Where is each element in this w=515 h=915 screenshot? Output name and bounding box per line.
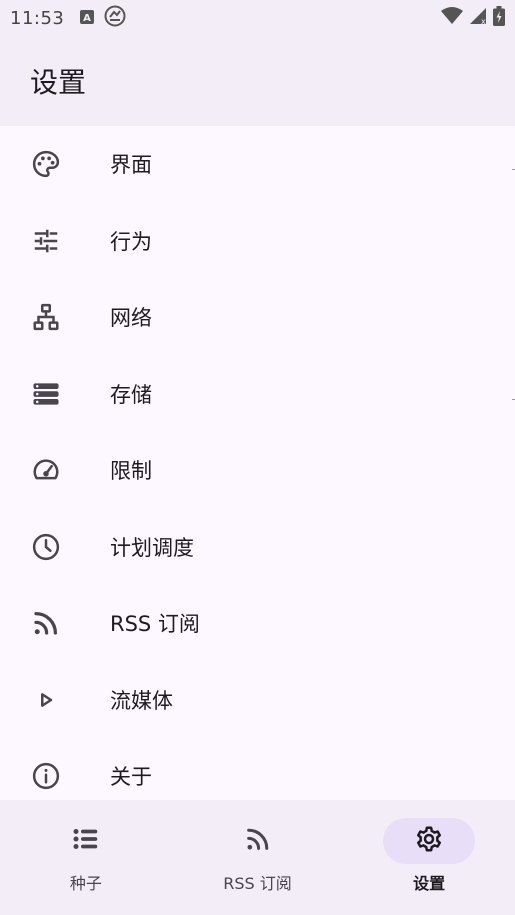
- nav-item-torrents[interactable]: 种子: [0, 800, 172, 915]
- nav-label: 种子: [69, 874, 102, 893]
- top-app-bar: 设置: [0, 36, 515, 126]
- settings-item-behavior[interactable]: 行为: [0, 203, 515, 280]
- battery-charging-icon: [493, 6, 505, 30]
- settings-list[interactable]: 界面 行为 网络 存储 限制 计划调度 RSS 订阅 流媒体 关于: [0, 126, 515, 800]
- nav-indicator: [212, 818, 304, 864]
- nav-item-rss[interactable]: RSS 订阅: [172, 800, 344, 915]
- settings-item-label: 流媒体: [110, 688, 173, 713]
- wifi-icon: [441, 7, 463, 29]
- status-time: 11:53: [10, 7, 65, 29]
- page-title: 设置: [30, 66, 87, 99]
- gear-icon: [414, 824, 444, 858]
- settings-item-network[interactable]: 网络: [0, 279, 515, 356]
- network-icon: [30, 301, 62, 333]
- nav-label: 设置: [413, 874, 446, 893]
- sync-icon: [104, 5, 126, 31]
- settings-item-label: 界面: [110, 153, 152, 178]
- signal-icon: x: [469, 7, 487, 29]
- settings-item-label: 存储: [110, 382, 152, 407]
- rss-icon: [30, 607, 62, 639]
- list-icon: [71, 824, 101, 858]
- settings-item-rss[interactable]: RSS 订阅: [0, 585, 515, 662]
- settings-item-label: 网络: [110, 306, 152, 331]
- rss-icon: [244, 825, 272, 857]
- clock-icon: [30, 531, 62, 563]
- svg-text:x: x: [481, 17, 486, 25]
- bottom-navigation: 种子 RSS 订阅 设置: [0, 800, 515, 915]
- settings-item-about[interactable]: 关于: [0, 738, 515, 800]
- nav-indicator-active: [383, 818, 476, 864]
- status-bar: 11:53 A x: [0, 0, 515, 36]
- settings-item-label: 计划调度: [110, 535, 194, 560]
- settings-item-schedule[interactable]: 计划调度: [0, 509, 515, 586]
- palette-icon: [30, 148, 62, 180]
- settings-item-label: RSS 订阅: [110, 612, 200, 637]
- nav-indicator: [40, 818, 132, 864]
- settings-item-limits[interactable]: 限制: [0, 432, 515, 509]
- settings-item-interface[interactable]: 界面: [0, 126, 515, 203]
- settings-item-streaming[interactable]: 流媒体: [0, 662, 515, 739]
- tune-icon: [30, 225, 62, 257]
- svg-text:A: A: [84, 13, 92, 24]
- storage-icon: [30, 378, 62, 410]
- nav-label: RSS 订阅: [223, 874, 292, 893]
- settings-item-label: 行为: [110, 229, 152, 254]
- speed-icon: [30, 454, 62, 486]
- settings-item-storage[interactable]: 存储: [0, 356, 515, 433]
- settings-item-label: 限制: [110, 459, 152, 484]
- nav-item-settings[interactable]: 设置: [343, 800, 515, 915]
- settings-item-label: 关于: [110, 765, 152, 790]
- info-icon: [30, 760, 62, 792]
- a-notification-icon: A: [80, 9, 95, 28]
- play-icon: [30, 684, 62, 716]
